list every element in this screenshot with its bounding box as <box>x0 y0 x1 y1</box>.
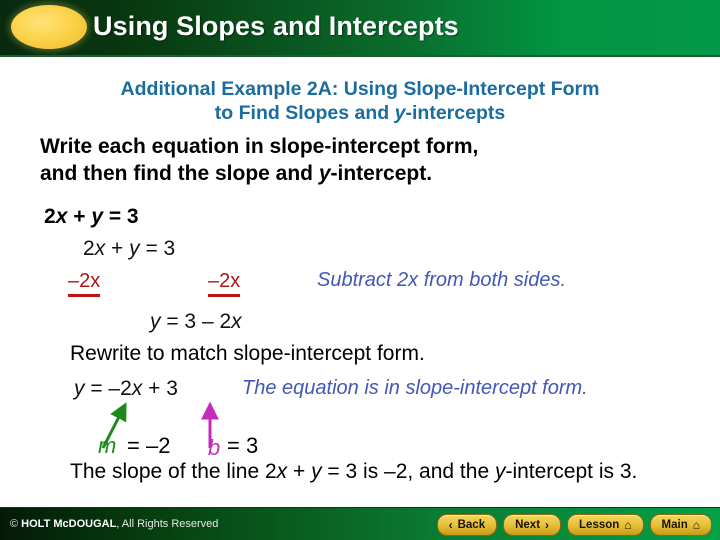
chevron-right-icon: › <box>545 518 550 532</box>
conclusion-y: y <box>311 460 322 483</box>
eq-original-rhs: = 3 <box>103 205 139 228</box>
eq-final-y: y <box>74 377 85 400</box>
footer-navigation: ‹ Back Next › Lesson ⌂ Main ⌂ <box>436 514 712 536</box>
equation-final: y = –2x + 3 <box>74 377 178 401</box>
eq-original-coef: 2 <box>44 205 56 228</box>
subtract-term-left: –2x <box>68 270 101 297</box>
next-button[interactable]: Next › <box>503 514 562 536</box>
header-decorative-oval <box>11 5 87 49</box>
copyright-brand: HOLT McDOUGAL <box>21 518 117 530</box>
conclusion-y-2: y <box>494 460 506 483</box>
instruction-line-2-pre: and then find the slope and <box>40 162 319 185</box>
page-title: Using Slopes and Intercepts <box>93 11 459 41</box>
slope-label: m <box>98 433 117 458</box>
subtitle-line-2-post: -intercepts <box>405 102 506 124</box>
eq-restate-x: x <box>94 237 106 260</box>
home-icon: ⌂ <box>624 518 632 532</box>
eq-restate-plus: + <box>105 237 130 260</box>
conclusion-part-2: + <box>287 460 312 483</box>
example-subtitle: Additional Example 2A: Using Slope-Inter… <box>0 77 720 125</box>
annotation-final-form: The equation is in slope-intercept form. <box>242 377 588 399</box>
slope-value: = –2 <box>127 433 171 458</box>
main-button[interactable]: Main ⌂ <box>649 514 712 536</box>
chevron-left-icon: ‹ <box>448 518 453 532</box>
subtract-term-left-text: –2x <box>68 270 101 292</box>
copyright-symbol: © <box>10 518 22 530</box>
instruction-variable-y: y <box>318 162 331 185</box>
equation-solved: y = 3 – 2x <box>150 310 242 334</box>
subtitle-variable-y: y <box>394 102 406 124</box>
instruction-line-2: and then find the slope and y-intercept. <box>40 160 700 187</box>
instruction-text: Write each equation in slope-intercept f… <box>40 133 700 187</box>
eq-original-y: y <box>91 205 103 228</box>
conclusion-part-4: -intercept is 3. <box>505 460 638 483</box>
lesson-button[interactable]: Lesson ⌂ <box>567 514 644 536</box>
eq-solved-rest: = 3 – 2 <box>160 310 232 333</box>
back-button-label: Back <box>457 519 486 531</box>
eq-restate-rhs: = 3 <box>139 237 176 260</box>
equation-original: 2x + y = 3 <box>44 205 139 229</box>
conclusion-text: The slope of the line 2x + y = 3 is –2, … <box>70 457 690 487</box>
next-button-label: Next <box>515 519 541 531</box>
eq-final-x: x <box>131 377 143 400</box>
lesson-button-label: Lesson <box>579 519 620 531</box>
subtitle-line-2-pre: to Find Slopes and <box>214 102 395 124</box>
annotation-subtract: Subtract 2x from both sides. <box>317 269 567 291</box>
slide-content: Additional Example 2A: Using Slope-Inter… <box>0 57 720 507</box>
copyright-rest: , All Rights Reserved <box>116 518 219 530</box>
back-button[interactable]: ‹ Back <box>436 514 498 536</box>
eq-solved-x: x <box>231 310 242 333</box>
home-icon: ⌂ <box>692 518 700 532</box>
eq-original-plus: + <box>67 205 92 228</box>
eq-restate-coef: 2 <box>83 237 95 260</box>
equation-restated: 2x + y = 3 <box>83 237 175 261</box>
intercept-value: = 3 <box>227 433 259 458</box>
conclusion-part-3: = 3 is –2, and the <box>321 460 495 483</box>
subtitle-line-1: Additional Example 2A: Using Slope-Inter… <box>120 78 600 100</box>
slide-footer: © HOLT McDOUGAL, All Rights Reserved ‹ B… <box>0 507 720 540</box>
subtitle-line-2: to Find Slopes and y-intercepts <box>0 101 720 125</box>
eq-solved-y: y <box>150 310 161 333</box>
eq-final-mid: = –2 <box>84 377 132 400</box>
subtract-term-right-text: –2x <box>208 270 241 292</box>
eq-final-end: + 3 <box>142 377 178 400</box>
eq-restate-y: y <box>129 237 140 260</box>
instruction-line-1: Write each equation in slope-intercept f… <box>40 135 479 158</box>
slide-header: Using Slopes and Intercepts <box>0 0 720 57</box>
eq-original-x: x <box>55 205 68 228</box>
main-button-label: Main <box>661 519 688 531</box>
copyright-notice: © HOLT McDOUGAL, All Rights Reserved <box>10 518 218 530</box>
conclusion-part-1: The slope of the line 2 <box>70 460 277 483</box>
annotation-rewrite: Rewrite to match slope-intercept form. <box>70 342 425 365</box>
instruction-line-2-post: -intercept. <box>330 162 433 185</box>
conclusion-x: x <box>276 460 288 483</box>
subtract-term-right: –2x <box>208 270 241 297</box>
